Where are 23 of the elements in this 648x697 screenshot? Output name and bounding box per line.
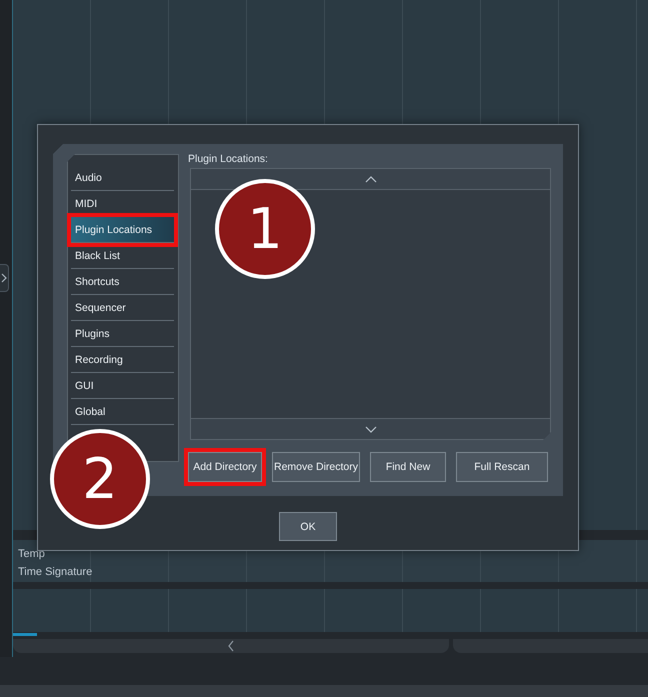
find-new-button[interactable]: Find New (370, 452, 446, 482)
section-title: Plugin Locations: (188, 152, 268, 167)
sidebar-item[interactable]: GUI (71, 373, 174, 399)
sidebar-item[interactable]: Shortcuts (71, 269, 174, 295)
track-label: Temp (18, 547, 45, 562)
full-rescan-button[interactable]: Full Rescan (456, 452, 548, 482)
sidebar-item[interactable]: Plugins (71, 321, 174, 347)
track-label: Time Signature (18, 565, 92, 580)
scroll-up-button[interactable] (191, 169, 550, 190)
sidebar-item[interactable]: Sequencer (71, 295, 174, 321)
scroll-down-button[interactable] (191, 418, 550, 439)
playhead-bar (13, 633, 37, 636)
chevron-down-icon (364, 426, 376, 432)
scroll-left-button[interactable] (13, 639, 449, 653)
sidebar-item[interactable]: Recording (71, 347, 174, 373)
sidebar-item[interactable]: Black List (71, 243, 174, 269)
remove-directory-button[interactable]: Remove Directory (272, 452, 360, 482)
sidebar-item[interactable]: Global (71, 399, 174, 425)
chevron-up-icon (364, 176, 376, 182)
chevron-right-icon (1, 273, 7, 283)
sidebar-item[interactable]: Audio (71, 165, 174, 191)
chevron-left-icon (227, 640, 235, 652)
ok-button[interactable]: OK (279, 512, 337, 541)
